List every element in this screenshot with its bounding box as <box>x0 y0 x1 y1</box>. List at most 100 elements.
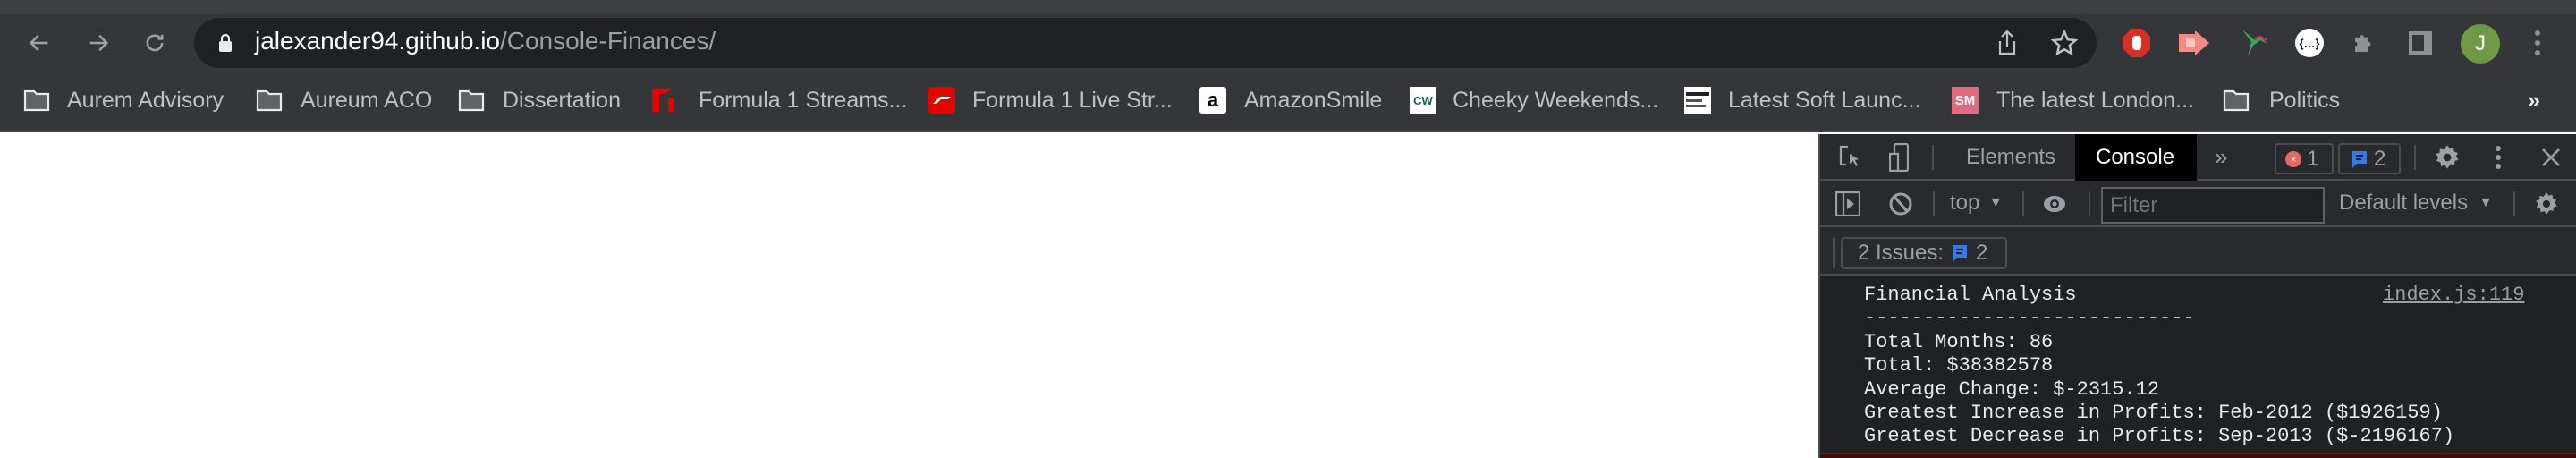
issues-button[interactable]: 2 Issues: 2 <box>1841 237 2007 269</box>
bookmark-formula-1-live[interactable]: Formula 1 Live Str... <box>972 84 1173 116</box>
bookmark-politics[interactable]: Politics <box>2269 84 2340 116</box>
devtools-settings-button[interactable] <box>2433 143 2462 172</box>
context-value: top <box>1950 191 1980 215</box>
live-expression-button[interactable] <box>2041 191 2068 217</box>
extensions-button[interactable] <box>2350 29 2378 57</box>
bookmarks-overflow-button[interactable]: » <box>2528 84 2540 116</box>
bookmark-amazonsmile[interactable]: AmazonSmile <box>1244 84 1382 116</box>
forward-arrow-icon <box>89 34 109 52</box>
lock-icon[interactable] <box>215 32 236 54</box>
divider <box>1932 145 1934 170</box>
error-count: 1 <box>2307 146 2319 171</box>
issue-message-icon <box>1953 245 1968 262</box>
dropdown-caret-icon: ▼ <box>1988 195 2004 210</box>
folder-icon <box>458 87 485 114</box>
sm-favicon: SM <box>1952 87 1979 114</box>
issue-message-icon <box>2352 150 2367 168</box>
close-icon <box>2542 148 2560 166</box>
issue-count: 2 <box>2374 146 2386 171</box>
block-icon <box>1889 192 1912 216</box>
soft-launch-favicon <box>1684 87 1711 114</box>
close-devtools-button[interactable] <box>2538 143 2563 172</box>
issues-badge-count: 2 <box>1976 241 1988 265</box>
dropdown-caret-icon: ▼ <box>2479 195 2493 210</box>
devtools-menu-button[interactable] <box>2487 143 2509 172</box>
folder-icon <box>23 87 50 114</box>
browser-menu-button[interactable] <box>2527 29 2548 57</box>
device-toolbar-button[interactable] <box>1885 143 1912 172</box>
kebab-menu-icon <box>2535 30 2540 55</box>
forward-button[interactable] <box>84 29 113 57</box>
inspect-element-button[interactable] <box>1837 143 1864 172</box>
page-content <box>0 134 1818 458</box>
side-panel-button[interactable] <box>2406 29 2435 57</box>
console-sidebar-button[interactable] <box>1835 191 1861 217</box>
url-host: jalexander94.github.io <box>255 27 500 55</box>
profile-avatar[interactable]: J <box>2461 24 2500 64</box>
tab-console-label: Console <box>2096 145 2175 169</box>
bookmark-dissertation[interactable]: Dissertation <box>503 84 621 116</box>
tab-elements[interactable]: Elements <box>1966 145 2055 170</box>
puzzle-icon <box>2355 35 2371 52</box>
tab-console[interactable]: Console <box>2075 134 2197 181</box>
bookmark-formula-1-streams[interactable]: Formula 1 Streams... <box>699 84 907 116</box>
adblock-hand-icon <box>2123 29 2150 57</box>
console-line-separator: ---------------------------- <box>1864 307 2195 329</box>
log-levels-value: Default levels <box>2339 191 2469 215</box>
log-levels-dropdown[interactable]: Default levels ▼ <box>2339 191 2493 216</box>
divider <box>1833 238 1835 268</box>
error-icon: × <box>2285 150 2301 167</box>
console-error-row <box>1820 453 2576 458</box>
hummingbird-extension[interactable] <box>2238 27 2268 59</box>
issues-count-badge[interactable]: 2 <box>2338 143 2401 174</box>
bookmark-star-button[interactable] <box>2050 29 2079 57</box>
reload-button[interactable] <box>140 29 169 57</box>
context-selector[interactable]: top ▼ <box>1950 191 2003 216</box>
share-button[interactable] <box>1993 27 2021 59</box>
divider <box>2513 191 2515 216</box>
console-line-greatest-decrease: Greatest Decrease in Profits: Sep-2013 (… <box>1864 425 2455 447</box>
device-icon <box>1889 143 1909 172</box>
eye-icon <box>2044 196 2065 212</box>
console-source-link[interactable]: index.js:119 <box>2383 284 2524 307</box>
url-text[interactable]: jalexander94.github.io/Console-Finances/ <box>255 27 716 55</box>
back-arrow-icon <box>29 34 48 52</box>
bookmark-aurem-advisory[interactable]: Aurem Advisory <box>67 84 224 116</box>
back-button[interactable] <box>25 29 54 57</box>
folder-icon <box>256 87 283 114</box>
more-tabs-button[interactable]: » <box>2215 143 2227 171</box>
window-top-strip <box>0 0 2576 14</box>
console-settings-button[interactable] <box>2533 191 2560 217</box>
star-icon <box>2051 30 2078 56</box>
console-line-title: Financial Analysis <box>1864 284 2077 306</box>
video-camera-icon <box>2179 30 2209 55</box>
divider <box>1933 191 1935 216</box>
adblock-extension[interactable] <box>2123 29 2151 57</box>
console-line-average-change: Average Change: $-2315.12 <box>1864 378 2160 401</box>
bookmark-aureum-aco[interactable]: Aureum ACO <box>301 84 432 116</box>
bookmark-the-latest-london[interactable]: The latest London... <box>1996 84 2194 116</box>
console-filter-input[interactable] <box>2101 187 2325 224</box>
url-path: /Console-Finances/ <box>499 27 716 55</box>
reload-icon <box>146 34 164 52</box>
json-viewer-extension[interactable]: {…} <box>2295 29 2324 57</box>
error-count-badge[interactable]: × 1 <box>2275 143 2334 174</box>
gear-icon <box>2436 145 2459 169</box>
kebab-menu-icon <box>2496 146 2501 169</box>
video-extension[interactable] <box>2179 29 2209 57</box>
divider <box>2089 191 2090 216</box>
bookmark-latest-soft-launch[interactable]: Latest Soft Launc... <box>1728 84 1920 116</box>
share-icon <box>1998 30 2016 55</box>
bookmark-cheeky-weekends[interactable]: Cheeky Weekends... <box>1453 84 1658 116</box>
console-line-total: Total: $38382578 <box>1864 354 2054 377</box>
folder-icon <box>2223 87 2250 114</box>
console-line-greatest-increase: Greatest Increase in Profits: Feb-2012 (… <box>1864 402 2443 424</box>
json-braces-icon: {…} <box>2299 36 2320 50</box>
console-line-total-months: Total Months: 86 <box>1864 331 2054 353</box>
divider <box>2414 145 2416 170</box>
gear-icon <box>2536 192 2557 215</box>
cw-favicon: CW <box>1410 87 1436 114</box>
amazon-favicon: a <box>1199 87 1226 114</box>
clear-console-button[interactable] <box>1887 191 1914 217</box>
divider <box>2022 191 2024 216</box>
